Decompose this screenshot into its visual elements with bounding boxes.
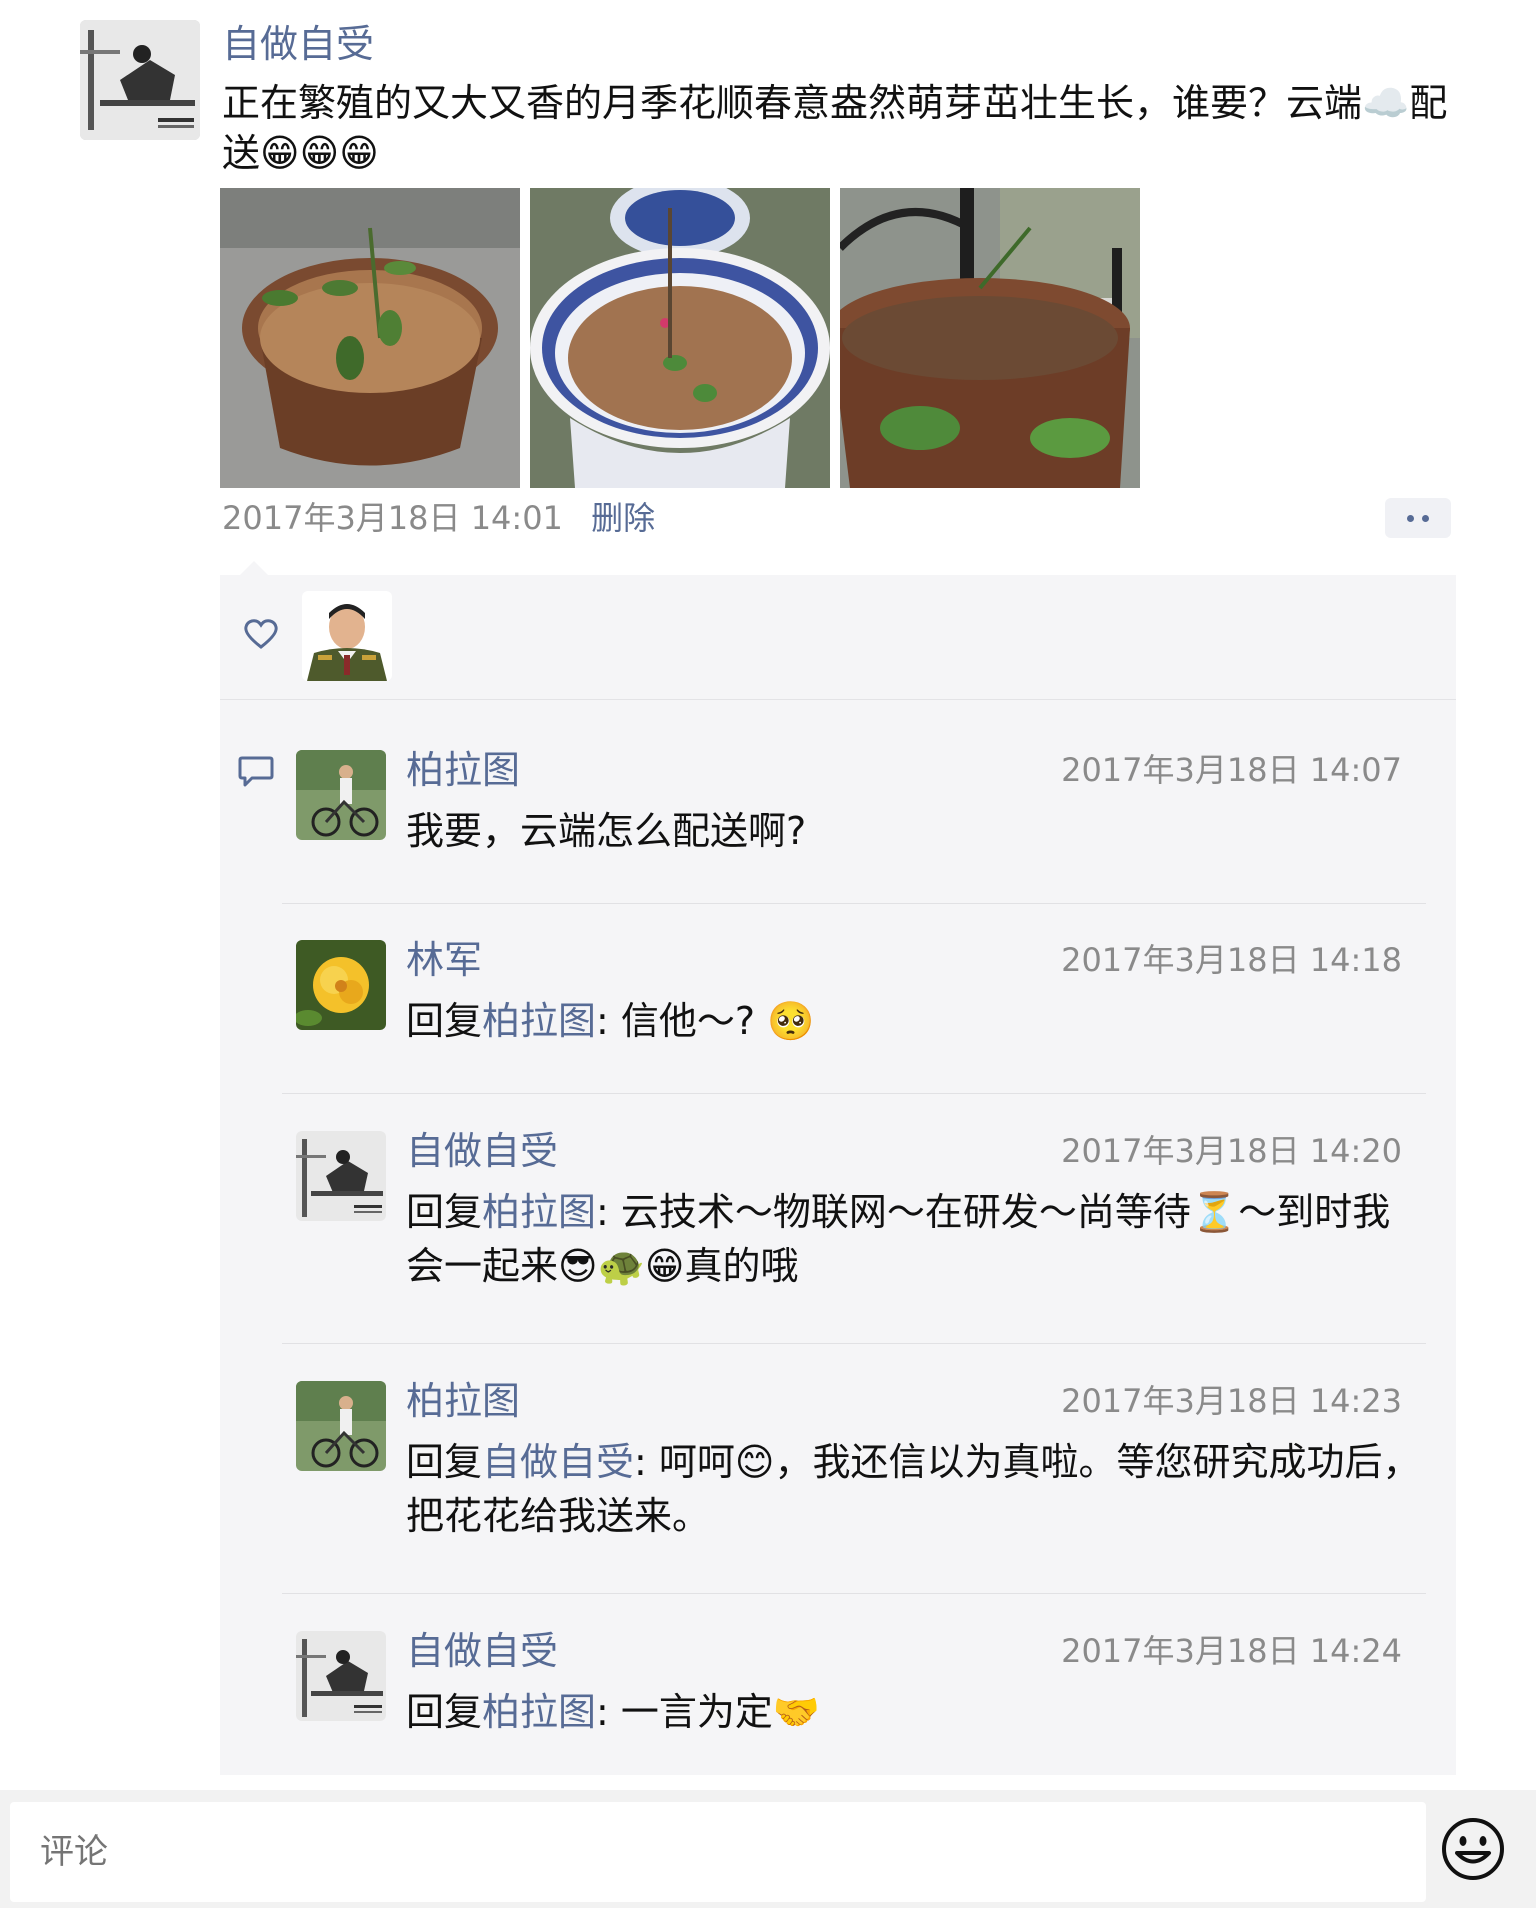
comment-divider	[282, 903, 1426, 904]
comment-time: 2017年3月18日 14:07	[1061, 751, 1402, 789]
commenter-name[interactable]: 自做自受	[406, 1123, 558, 1179]
delete-link[interactable]: 删除	[591, 499, 655, 537]
comment-item[interactable]: 林军 2017年3月18日 14:18 回复柏拉图: 信他～? 🥺	[282, 938, 1426, 1070]
post-text: 正在繁殖的又大又香的月季花顺春意盎然萌芽茁壮生长，谁要？云端☁️配送😁😁😁	[222, 81, 1448, 175]
reply-to-name[interactable]: 自做自受	[482, 1440, 634, 1484]
commenter-name[interactable]: 柏拉图	[406, 742, 520, 798]
more-actions-button[interactable]	[1385, 498, 1451, 538]
comment-bubble-icon	[238, 755, 274, 793]
author-name[interactable]: 自做自受	[222, 16, 374, 72]
comment-text: 回复柏拉图: 云技术～物联网～在研发～尚等待⏳～到时我会一起来😎🐢😁真的哦	[406, 1185, 1426, 1293]
reply-prefix: 回复	[406, 1440, 483, 1484]
emoji-icon[interactable]	[1440, 1816, 1506, 1886]
commenter-name[interactable]: 自做自受	[406, 1623, 558, 1679]
post-photo[interactable]	[840, 188, 1140, 488]
comment-divider	[282, 1593, 1426, 1594]
commenter-avatar[interactable]	[296, 1631, 386, 1721]
comment-time: 2017年3月18日 14:18	[1061, 941, 1402, 979]
comment-item[interactable]: 柏拉图 2017年3月18日 14:23 回复自做自受: 呵呵😊，我还信以为真啦…	[282, 1379, 1426, 1571]
comment-text: 我要，云端怎么配送啊?	[406, 804, 1426, 858]
comment-text: 回复柏拉图: 一言为定🤝	[406, 1685, 1426, 1739]
post-photo[interactable]	[220, 188, 520, 488]
reply-to-name[interactable]: 柏拉图	[482, 1690, 596, 1734]
comment-body: 我要，云端怎么配送啊?	[406, 809, 807, 853]
comment-item[interactable]: 自做自受 2017年3月18日 14:20 回复柏拉图: 云技术～物联网～在研发…	[282, 1129, 1426, 1321]
commenter-avatar[interactable]	[296, 1381, 386, 1471]
comment-item[interactable]: 柏拉图 2017年3月18日 14:07 我要，云端怎么配送啊?	[282, 748, 1426, 880]
interaction-panel: 柏拉图 2017年3月18日 14:07 我要，云端怎么配送啊? 林军 2017…	[220, 575, 1456, 1775]
comment-time: 2017年3月18日 14:23	[1061, 1382, 1402, 1420]
comment-text: 回复柏拉图: 信他～? 🥺	[406, 994, 1426, 1048]
comment-body: : 信他～? 🥺	[596, 999, 815, 1043]
post-photo[interactable]	[530, 188, 830, 488]
liker-avatar[interactable]	[302, 591, 392, 681]
photo-grid	[220, 188, 1140, 488]
comment-time: 2017年3月18日 14:20	[1061, 1132, 1402, 1170]
commenter-avatar[interactable]	[296, 1131, 386, 1221]
commenter-avatar[interactable]	[296, 940, 386, 1030]
commenter-name[interactable]: 柏拉图	[406, 1373, 520, 1429]
dot-icon	[1407, 514, 1414, 522]
dot-icon	[1422, 514, 1429, 522]
commenter-name[interactable]: 林军	[406, 932, 482, 988]
post-meta: 2017年3月18日 14:01 删除	[222, 496, 655, 540]
author-avatar[interactable]	[80, 20, 200, 140]
comment-text: 回复自做自受: 呵呵😊，我还信以为真啦。等您研究成功后，把花花给我送来。	[406, 1435, 1426, 1543]
panel-pointer	[240, 561, 268, 575]
comment-input-bar	[0, 1790, 1536, 1908]
reply-prefix: 回复	[406, 999, 483, 1043]
reply-prefix: 回复	[406, 1690, 483, 1734]
comment-input[interactable]	[10, 1802, 1426, 1902]
comment-body: : 一言为定🤝	[596, 1690, 821, 1734]
comment-item[interactable]: 自做自受 2017年3月18日 14:24 回复柏拉图: 一言为定🤝	[282, 1629, 1426, 1761]
comment-time: 2017年3月18日 14:24	[1061, 1632, 1402, 1670]
reply-to-name[interactable]: 柏拉图	[482, 1190, 596, 1234]
likes-row	[220, 575, 1456, 700]
commenter-avatar[interactable]	[296, 750, 386, 840]
post-timestamp: 2017年3月18日 14:01	[222, 499, 563, 537]
comment-divider	[282, 1093, 1426, 1094]
heart-icon	[244, 619, 278, 653]
reply-prefix: 回复	[406, 1190, 483, 1234]
reply-to-name[interactable]: 柏拉图	[482, 999, 596, 1043]
comment-divider	[282, 1343, 1426, 1344]
